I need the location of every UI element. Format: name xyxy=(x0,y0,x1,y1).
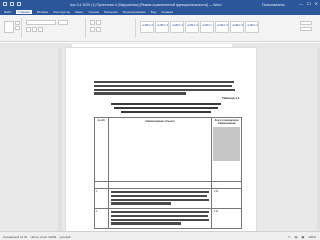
web-layout-icon[interactable]: ▦ xyxy=(301,235,304,239)
save-icon[interactable] xyxy=(3,2,7,6)
window-controls: — ☐ ✕ xyxy=(299,1,318,6)
header-code: Код и сокращённое наименование xyxy=(211,117,242,182)
numbering-button[interactable] xyxy=(96,20,101,25)
table-row: 2 1.21 xyxy=(94,208,242,230)
font-group xyxy=(24,18,86,38)
tab-home[interactable]: Главная xyxy=(16,10,32,14)
word-count[interactable]: Число слов: 11063 xyxy=(31,235,57,239)
maximize-button[interactable]: ☐ xyxy=(307,1,311,6)
bullets-button[interactable] xyxy=(90,20,95,25)
language[interactable]: русский xyxy=(60,235,71,239)
styles-gallery: AaBbCcDd AaBbCcDd AaBbCcDd AaBbCcDd AaBb… xyxy=(140,21,259,33)
title-bar: doc 0.4 2020 (1) Проектная 4 (Нарушения)… xyxy=(0,0,320,9)
selection-highlight xyxy=(213,127,240,161)
style-item[interactable]: AaBbCcDd xyxy=(185,21,199,33)
tab-mailings[interactable]: Рассылки xyxy=(104,10,117,14)
undo-icon[interactable] xyxy=(10,2,14,6)
user-name[interactable]: Пользователь xyxy=(262,3,285,7)
style-item[interactable]: AaBbCcDd xyxy=(245,21,259,33)
document-page[interactable]: Таблица 1.1 № п/п Наименование объекта К… xyxy=(66,48,256,231)
underline-button[interactable] xyxy=(38,27,43,32)
clipboard-group xyxy=(0,18,22,38)
print-layout-icon[interactable]: ▤ xyxy=(295,235,298,239)
font-name-dropdown[interactable] xyxy=(26,20,56,25)
editing-group xyxy=(296,18,318,38)
tab-review[interactable]: Рецензирование xyxy=(123,10,146,14)
find-button[interactable] xyxy=(300,21,312,25)
close-button[interactable]: ✕ xyxy=(315,1,318,6)
body-paragraph xyxy=(94,81,238,96)
table-caption: Таблица 1.1 xyxy=(222,96,240,100)
style-item[interactable]: AaBbCcDd xyxy=(215,21,229,33)
copy-icon[interactable] xyxy=(15,26,20,30)
tab-insert[interactable]: Вставка xyxy=(37,10,48,14)
redo-icon[interactable] xyxy=(17,2,21,6)
row-num: 2 xyxy=(94,208,109,230)
page-counter[interactable]: Страница 8 из 42 xyxy=(3,235,27,239)
bold-button[interactable] xyxy=(26,27,31,32)
paragraph-group xyxy=(88,18,136,38)
style-item[interactable]: AaBbCcDd xyxy=(155,21,169,33)
window-title: doc 0.4 2020 (1) Проектная 4 (Нарушения)… xyxy=(70,2,222,7)
tab-view[interactable]: Вид xyxy=(151,10,156,14)
row-value: 1.21 xyxy=(211,187,242,210)
replace-button[interactable] xyxy=(300,27,312,31)
row-num: 1 xyxy=(94,187,109,210)
italic-button[interactable] xyxy=(32,27,37,32)
font-size-dropdown[interactable] xyxy=(58,20,68,25)
style-item[interactable]: AaBbCcDd xyxy=(230,21,244,33)
tab-file[interactable]: Файл xyxy=(4,10,11,14)
header-num: № п/п xyxy=(94,117,109,182)
tab-help[interactable]: Справка xyxy=(161,10,173,14)
tab-design[interactable]: Конструктор xyxy=(53,10,70,14)
style-item[interactable]: AaBbCc xyxy=(200,21,214,33)
table-header-row: № п/п Наименование объекта Код и сокращё… xyxy=(94,117,242,182)
status-bar: Страница 8 из 42 Число слов: 11063 русск… xyxy=(0,231,320,240)
cut-icon[interactable] xyxy=(15,21,20,25)
table-heading xyxy=(106,103,226,114)
data-table: № п/п Наименование объекта Код и сокращё… xyxy=(94,117,242,230)
tab-references[interactable]: Ссылки xyxy=(89,10,100,14)
align-left-button[interactable] xyxy=(90,27,95,32)
style-item[interactable]: AaBbCcDd xyxy=(170,21,184,33)
vertical-ruler[interactable] xyxy=(58,48,62,231)
header-name: Наименование объекта xyxy=(107,117,213,182)
align-center-button[interactable] xyxy=(96,27,101,32)
zoom-level[interactable]: 100% xyxy=(308,235,316,239)
style-item[interactable]: AaBbCcDd xyxy=(140,21,154,33)
minimize-button[interactable]: — xyxy=(299,1,303,6)
quick-access-toolbar xyxy=(3,2,21,6)
read-mode-icon[interactable]: ▭ xyxy=(288,235,291,239)
paste-button[interactable] xyxy=(4,21,14,33)
table-row: 1 1.21 xyxy=(94,187,242,210)
row-value: 1.21 xyxy=(211,208,242,230)
ribbon: AaBbCcDd AaBbCcDd AaBbCcDd AaBbCcDd AaBb… xyxy=(0,15,320,42)
tab-layout[interactable]: Макет xyxy=(75,10,84,14)
